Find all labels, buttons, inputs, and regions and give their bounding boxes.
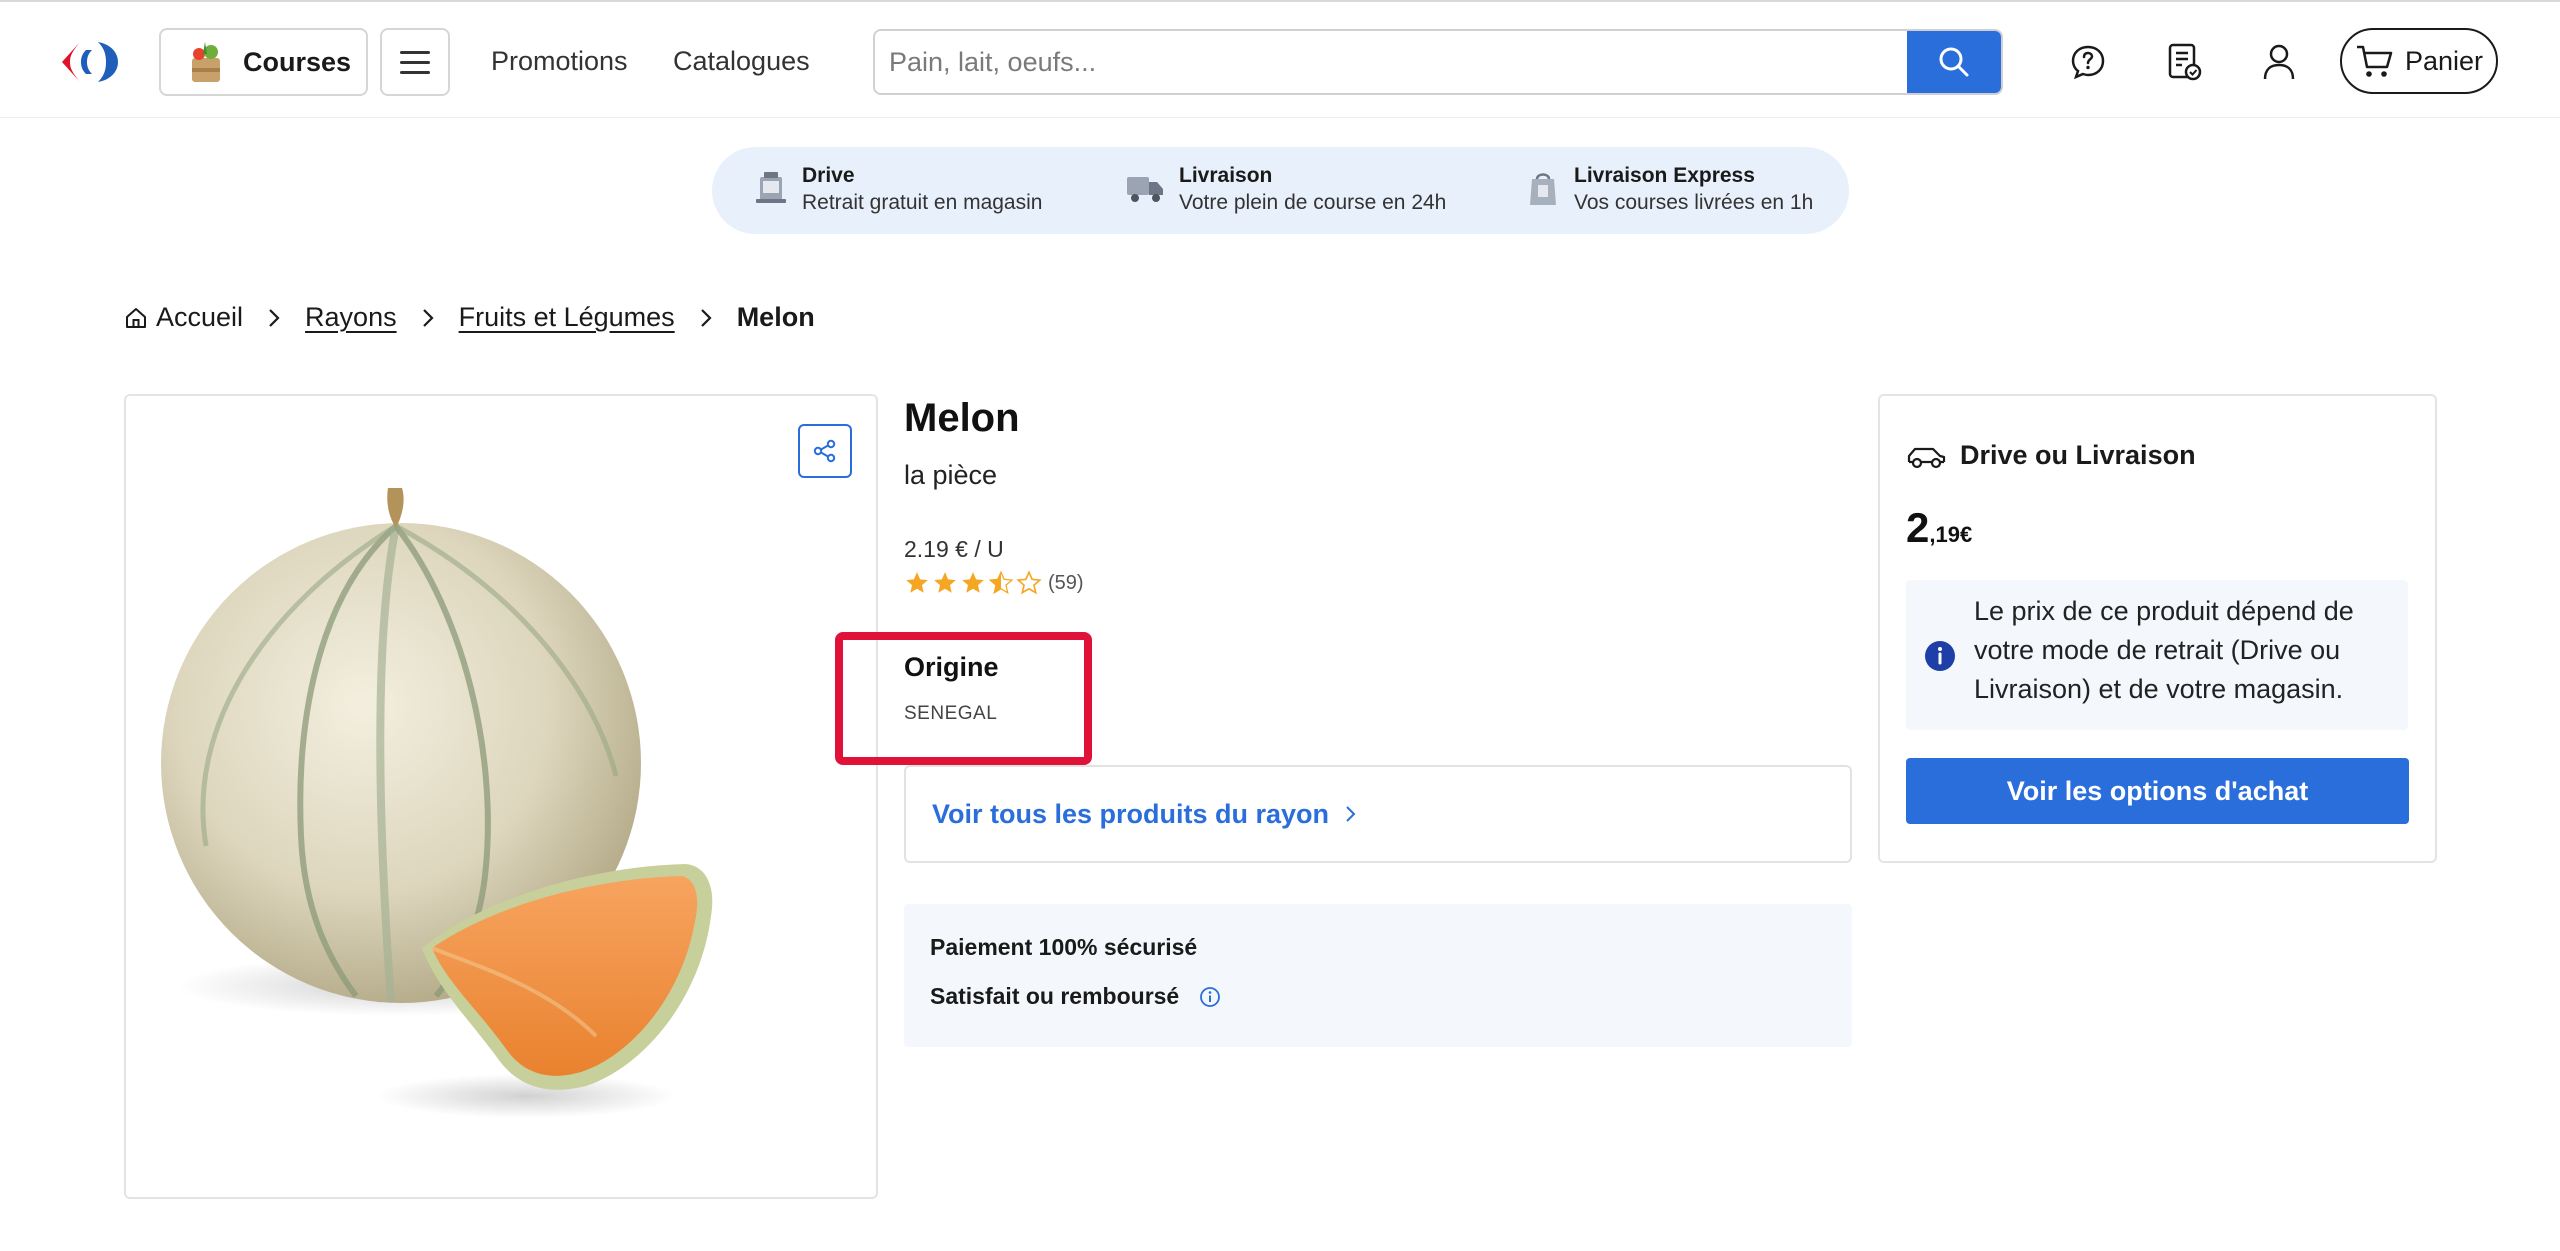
purchase-box: Drive ou Livraison 2,19€ Le prix de ce p… (1878, 394, 2437, 863)
breadcrumb-category[interactable]: Fruits et Légumes (459, 302, 675, 333)
product-image (161, 488, 713, 1118)
see-purchase-options-label: Voir les options d'achat (2006, 775, 2309, 806)
origin-label: Origine (904, 652, 999, 682)
satisfaction-text: Satisfait ou remboursé (930, 983, 1180, 1009)
banner-title: Livraison (1179, 164, 1273, 187)
chevron-right-icon (267, 307, 281, 329)
rating-count: (59) (1048, 571, 1084, 594)
chevron-right-icon (1346, 806, 1356, 822)
search-icon (1939, 47, 1969, 77)
breadcrumb-home[interactable]: Accueil (124, 302, 243, 333)
breadcrumb-current: Melon (736, 302, 815, 332)
breadcrumb: Accueil Rayons Fruits et Légumes Melon (124, 302, 815, 333)
breadcrumb-home-label: Accueil (156, 302, 244, 332)
share-icon (813, 439, 836, 463)
courses-label: Courses (243, 46, 352, 77)
price-decimal: ,19€ (1929, 522, 1973, 547)
banner-title: Drive (802, 164, 855, 187)
price-info-box: Le prix de ce produit dépend de votre mo… (1906, 580, 2408, 730)
star-empty-icon (1016, 570, 1042, 595)
shopping-list-icon[interactable] (2162, 40, 2206, 84)
banner-item-livraison[interactable]: Livraison Votre plein de course en 24h (1125, 163, 1446, 217)
product-unit: la pièce (904, 460, 998, 490)
help-icon[interactable] (2066, 40, 2110, 84)
price-integer: 2 (1906, 504, 1930, 551)
banner-subtitle: Vos courses livrées en 1h (1574, 191, 1814, 214)
star-full-icon (934, 572, 956, 593)
drive-icon (756, 172, 786, 203)
site-header: Courses Promotions Catalogues Pain, lait… (0, 0, 2560, 118)
search-input[interactable] (875, 31, 1907, 93)
search-bar (873, 29, 2003, 95)
info-icon (1925, 641, 1955, 671)
hamburger-icon (400, 50, 430, 54)
home-icon (126, 307, 146, 328)
search-button[interactable] (1907, 31, 2001, 93)
breadcrumb-rayons[interactable]: Rayons (305, 302, 397, 333)
chevron-right-icon (421, 307, 435, 329)
nav-catalogues[interactable]: Catalogues (673, 46, 810, 77)
price-info-text: Le prix de ce produit dépend de votre mo… (1974, 596, 2354, 704)
star-full-icon (962, 572, 984, 593)
truck-icon (1127, 177, 1163, 202)
view-department-products-label: Voir tous les produits du rayon (932, 798, 1330, 829)
purchase-mode-header: Drive ou Livraison (1906, 440, 2196, 471)
express-bag-icon (1530, 173, 1556, 205)
banner-item-drive[interactable]: Drive Retrait gratuit en magasin (754, 163, 1042, 217)
satisfaction-row: Satisfait ou remboursé (930, 983, 1221, 1010)
car-icon (1907, 447, 1946, 468)
secure-payment-text: Paiement 100% sécurisé (930, 934, 1198, 960)
product-image-panel (124, 394, 878, 1199)
cart-label: Panier (2404, 45, 2484, 76)
cart-button[interactable]: Panier (2340, 28, 2498, 94)
account-icon[interactable] (2257, 40, 2301, 84)
menu-button[interactable] (380, 28, 450, 96)
origin-value: SENEGAL (904, 703, 998, 724)
product-rating[interactable]: (59) (904, 570, 1084, 596)
carrefour-logo[interactable] (58, 40, 122, 84)
chevron-right-icon (699, 307, 713, 329)
product-price: 2,19€ (1906, 504, 1972, 552)
product-title: Melon (904, 396, 1020, 440)
nav-promotions[interactable]: Promotions (491, 46, 628, 77)
price-per-unit: 2.19 € / U (904, 536, 1004, 562)
assurance-box: Paiement 100% sécurisé Satisfait ou remb… (904, 904, 1852, 1047)
share-button[interactable] (798, 424, 852, 478)
info-icon[interactable] (1199, 986, 1221, 1008)
basket-icon (192, 42, 220, 82)
banner-title: Livraison Express (1574, 164, 1755, 187)
cart-icon (2356, 45, 2393, 77)
courses-button[interactable]: Courses (159, 28, 368, 96)
see-purchase-options-button[interactable]: Voir les options d'achat (1906, 758, 2409, 824)
banner-subtitle: Votre plein de course en 24h (1179, 191, 1447, 214)
star-half-icon (988, 570, 1014, 595)
banner-item-express[interactable]: Livraison Express Vos courses livrées en… (1526, 163, 1813, 217)
star-full-icon (906, 572, 928, 593)
view-department-products-link[interactable]: Voir tous les produits du rayon (904, 765, 1852, 863)
purchase-mode-title: Drive ou Livraison (1960, 440, 2196, 470)
delivery-options-banner: Drive Retrait gratuit en magasin Livrais… (712, 147, 1849, 234)
banner-subtitle: Retrait gratuit en magasin (802, 191, 1043, 214)
